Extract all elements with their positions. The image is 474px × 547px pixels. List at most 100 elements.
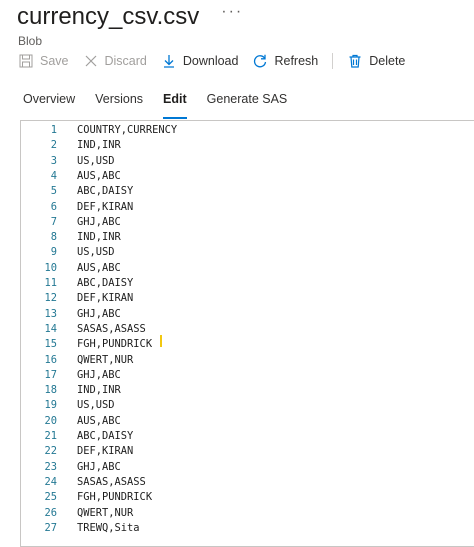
editor-line: 1 COUNTRY,CURRENCY: [21, 123, 177, 138]
editor-line: 23 GHJ,ABC: [21, 460, 120, 475]
editor-line: 15 FGH,PUNDRICK: [21, 337, 152, 352]
editor-line: 12 DEF,KIRAN: [21, 291, 133, 306]
line-text[interactable]: TREWQ,Sita: [77, 521, 140, 536]
line-text[interactable]: GHJ,ABC: [77, 307, 121, 322]
line-number: 14: [44, 322, 57, 335]
tab-edit[interactable]: Edit: [163, 92, 187, 119]
line-text[interactable]: IND,INR: [77, 383, 121, 398]
editor-line: 20 AUS,ABC: [21, 414, 120, 429]
editor-line: 18 IND,INR: [21, 383, 120, 398]
line-text[interactable]: GHJ,ABC: [77, 460, 121, 475]
line-text[interactable]: FGH,PUNDRICK: [77, 490, 152, 505]
tab-bar: Overview Versions Edit Generate SAS: [23, 92, 307, 119]
line-text[interactable]: ABC,DAISY: [77, 276, 133, 291]
editor-line: 17 GHJ,ABC: [21, 368, 120, 383]
line-number: 7: [50, 215, 57, 228]
line-text[interactable]: ABC,DAISY: [77, 429, 133, 444]
line-number: 3: [50, 154, 57, 167]
line-number: 11: [44, 277, 57, 289]
line-text[interactable]: DEF,KIRAN: [77, 291, 133, 306]
line-number: 23: [44, 460, 57, 473]
line-number: 19: [44, 399, 57, 412]
line-text[interactable]: GHJ,ABC: [77, 215, 121, 230]
line-number: 8: [50, 231, 57, 244]
editor-line: 21 ABC,DAISY: [21, 429, 133, 444]
line-number: 16: [44, 353, 57, 366]
line-text[interactable]: ABC,DAISY: [77, 184, 133, 199]
editor-line: 25 FGH,PUNDRICK: [21, 490, 152, 505]
line-number: 24: [44, 475, 57, 488]
editor-line: 13 GHJ,ABC: [21, 307, 120, 322]
line-text[interactable]: US,USD: [77, 154, 115, 169]
line-number: 13: [44, 307, 57, 320]
line-number: 20: [44, 414, 57, 427]
tab-generate-sas[interactable]: Generate SAS: [207, 92, 288, 114]
line-number: 18: [44, 384, 57, 397]
line-text[interactable]: US,USD: [77, 398, 115, 413]
line-number: 27: [44, 521, 57, 534]
tab-overview[interactable]: Overview: [23, 92, 75, 114]
line-number: 4: [50, 169, 57, 182]
save-icon: [19, 54, 33, 68]
editor-line: 10 AUS,ABC: [21, 261, 120, 276]
editor-line: 24 SASAS,ASASS: [21, 475, 145, 490]
download-button[interactable]: Download: [161, 53, 239, 69]
refresh-button[interactable]: Refresh: [252, 53, 318, 69]
line-text[interactable]: GHJ,ABC: [77, 368, 121, 383]
line-text[interactable]: US,USD: [77, 245, 115, 260]
discard-label: Discard: [104, 54, 147, 68]
text-cursor: [160, 335, 162, 347]
more-options-icon[interactable]: ···: [221, 3, 243, 21]
page-subtitle: Blob: [18, 34, 43, 48]
download-label: Download: [182, 54, 239, 68]
line-number: 6: [50, 200, 57, 213]
line-text[interactable]: AUS,ABC: [77, 414, 121, 429]
editor-line: 9 US,USD: [21, 245, 115, 260]
line-text[interactable]: QWERT,NUR: [77, 506, 133, 521]
toolbar-divider: [332, 53, 334, 69]
line-number: 9: [50, 246, 57, 259]
line-text[interactable]: DEF,KIRAN: [77, 200, 133, 215]
line-text[interactable]: SASAS,ASASS: [77, 322, 146, 337]
refresh-icon: [254, 54, 267, 68]
code-editor[interactable]: 1 COUNTRY,CURRENCY 2 IND,INR 3 US,USD 4 AUS,…: [20, 120, 474, 547]
editor-line: 22 DEF,KIRAN: [21, 444, 133, 459]
editor-line: 2 IND,INR: [21, 138, 121, 153]
line-number: 2: [50, 139, 57, 152]
editor-line: 14 SASAS,ASASS: [21, 322, 145, 337]
discard-button[interactable]: Discard: [83, 53, 147, 69]
editor-line: 7 GHJ,ABC: [21, 215, 121, 230]
line-text[interactable]: SASAS,ASASS: [77, 475, 146, 490]
trash-icon: [349, 54, 361, 68]
line-number: 12: [44, 292, 57, 305]
editor-line: 8 IND,INR: [21, 230, 121, 245]
page-header: currency_csv.csv ···: [17, 2, 243, 32]
command-bar: Save Discard Download Refresh Delete: [18, 50, 419, 72]
editor-line: 6 DEF,KIRAN: [21, 200, 134, 215]
line-number: 5: [50, 185, 57, 198]
line-number: 25: [44, 491, 57, 504]
line-text[interactable]: QWERT,NUR: [77, 353, 133, 368]
editor-line: 27 TREWQ,Sita: [21, 521, 139, 536]
line-number: 17: [44, 368, 57, 381]
line-number: 1: [50, 124, 57, 136]
line-text[interactable]: COUNTRY,CURRENCY: [77, 123, 177, 138]
line-text[interactable]: IND,INR: [77, 138, 121, 153]
tab-versions[interactable]: Versions: [95, 92, 143, 114]
line-number: 10: [44, 261, 57, 274]
line-text[interactable]: AUS,ABC: [77, 261, 121, 276]
close-icon: [85, 55, 96, 67]
line-text[interactable]: IND,INR: [77, 230, 121, 245]
refresh-label: Refresh: [274, 54, 319, 68]
line-text[interactable]: FGH,PUNDRICK: [77, 337, 152, 352]
line-text[interactable]: AUS,ABC: [77, 169, 121, 184]
delete-button[interactable]: Delete: [347, 53, 405, 69]
editor-line: 16 QWERT,NUR: [21, 353, 133, 368]
line-number: 22: [44, 445, 57, 458]
save-button[interactable]: Save: [18, 53, 69, 69]
line-number: 21: [44, 430, 57, 442]
download-icon: [163, 55, 174, 68]
editor-line: 19 US,USD: [21, 398, 114, 413]
editor-line: 3 US,USD: [21, 154, 115, 169]
line-text[interactable]: DEF,KIRAN: [77, 444, 133, 459]
